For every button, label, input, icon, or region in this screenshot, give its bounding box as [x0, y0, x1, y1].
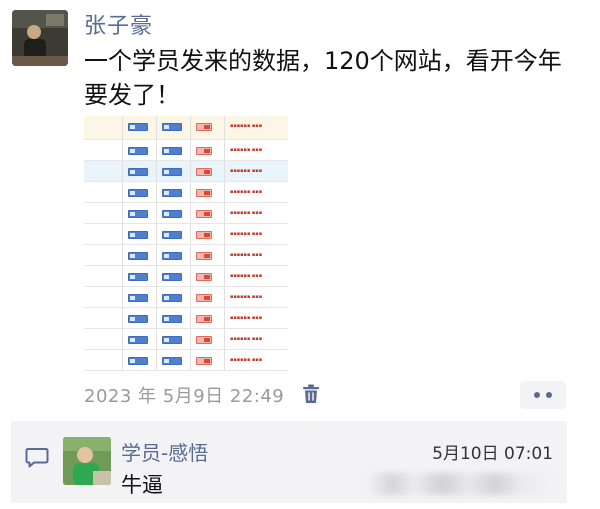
- screenshot-row: ▪▪▪▪▪▪ ▪▪▪: [84, 116, 288, 140]
- screenshot-row: ▪▪▪▪▪▪ ▪▪▪: [84, 182, 288, 203]
- post-text: 一个学员发来的数据，120个网站，看开今年要发了！: [84, 47, 562, 109]
- screenshot-row: ▪▪▪▪▪▪ ▪▪▪: [84, 308, 288, 329]
- screenshot-row: ▪▪▪▪▪▪ ▪▪▪: [84, 329, 288, 350]
- screenshot-row: ▪▪▪▪▪▪ ▪▪▪: [84, 350, 288, 371]
- author-name[interactable]: 张子豪: [84, 8, 153, 40]
- screenshot-row: ▪▪▪▪▪▪ ▪▪▪: [84, 161, 288, 182]
- commenter-name[interactable]: 学员-感悟: [121, 437, 208, 466]
- comment-text: 牛逼: [121, 473, 163, 497]
- commenter-avatar[interactable]: [63, 437, 111, 485]
- more-button[interactable]: [520, 381, 566, 409]
- comment-icon: [25, 447, 49, 469]
- post-timestamp: 2023 年 5月9日 22:49: [84, 386, 285, 407]
- trash-icon[interactable]: [302, 384, 320, 404]
- screenshot-row: ▪▪▪▪▪▪ ▪▪▪: [84, 266, 288, 287]
- screenshot-row: ▪▪▪▪▪▪ ▪▪▪: [84, 203, 288, 224]
- screenshot-row: ▪▪▪▪▪▪ ▪▪▪: [84, 224, 288, 245]
- comment-time: 5月10日 07:01: [432, 444, 553, 464]
- blurred-watermark: [366, 473, 556, 495]
- screenshot-row: ▪▪▪▪▪▪ ▪▪▪: [84, 140, 288, 161]
- screenshot-row: ▪▪▪▪▪▪ ▪▪▪: [84, 287, 288, 308]
- avatar[interactable]: [12, 10, 68, 66]
- more-dots-icon: [534, 392, 540, 398]
- post-image[interactable]: ▪▪▪▪▪▪ ▪▪▪ ▪▪▪▪▪▪ ▪▪▪ ▪▪▪▪▪▪ ▪▪▪ ▪▪▪▪▪▪ …: [84, 116, 288, 374]
- more-dots-icon: [546, 392, 552, 398]
- screenshot-row: ▪▪▪▪▪▪ ▪▪▪: [84, 245, 288, 266]
- comment-section: 学员-感悟 5月10日 07:01 牛逼: [11, 421, 567, 503]
